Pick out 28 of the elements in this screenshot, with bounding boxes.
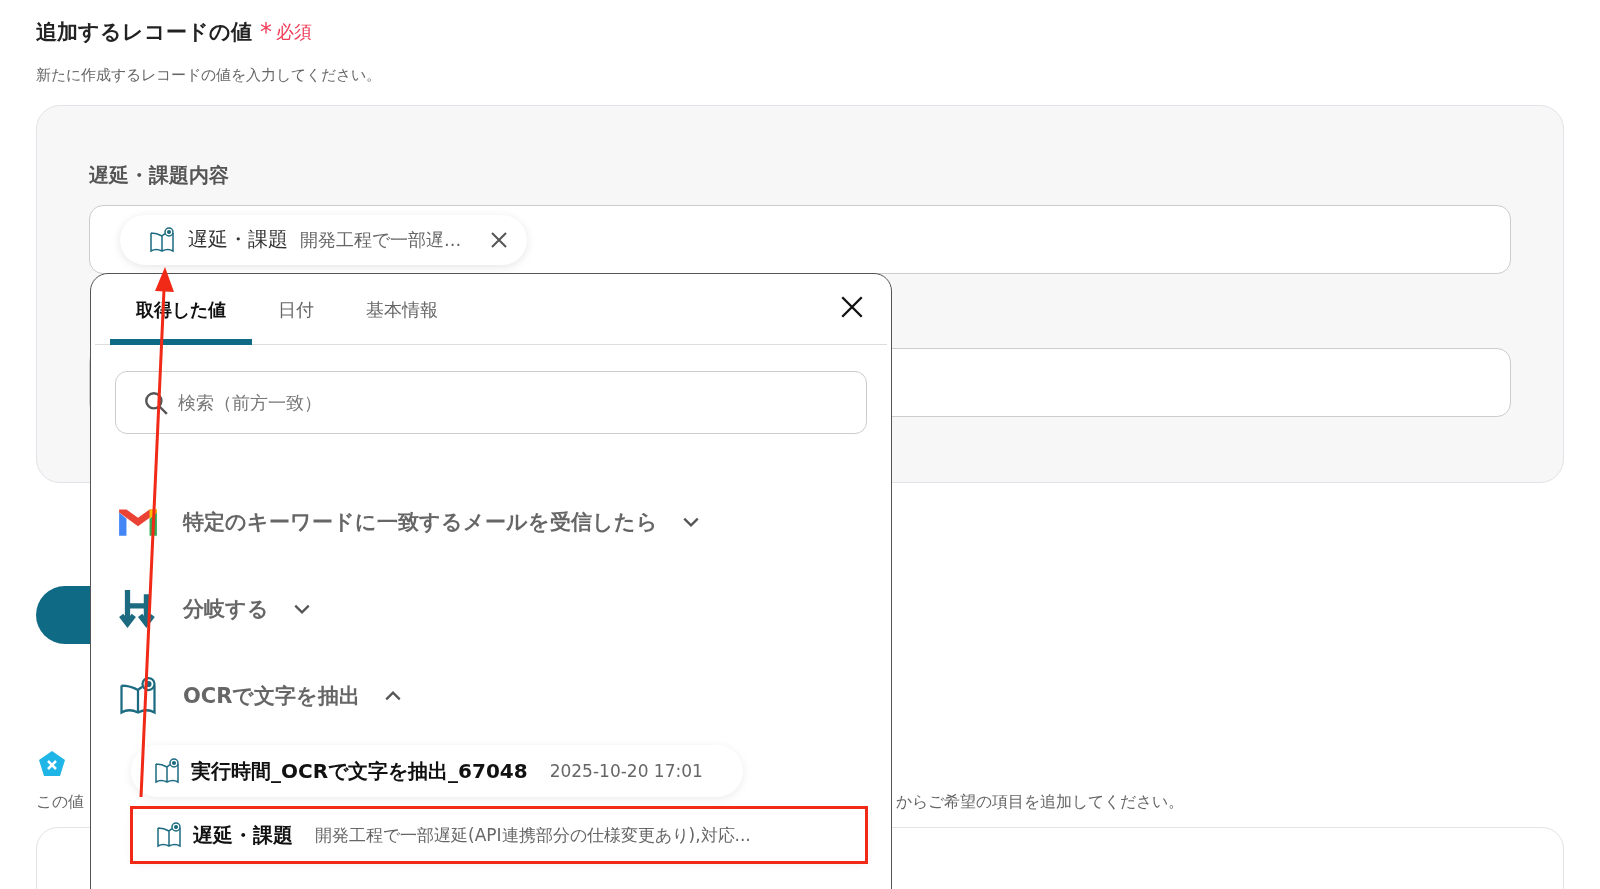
required-mark: * [260, 18, 272, 46]
step-group[interactable]: 分岐する [95, 565, 887, 652]
section-description: 新たに作成するレコードの値を入力してください。 [36, 66, 382, 85]
section-description: からご希望の項目を追加してください。 [896, 792, 1184, 813]
close-icon[interactable] [839, 294, 865, 320]
book-icon [117, 674, 159, 717]
value-token[interactable]: 遅延・課題 開発工程で一部遅... [120, 214, 528, 265]
search-field[interactable]: 検索（前方一致） [115, 371, 867, 434]
tab[interactable]: 日付 [252, 274, 340, 345]
book-icon [148, 225, 176, 254]
book-icon [153, 757, 181, 785]
value-item[interactable]: 実行時間_OCRで文字を抽出_67048 2025-10-20 17:01 [131, 745, 743, 797]
field-label: 遅延・課題内容 [89, 162, 230, 189]
chevron-down-icon [293, 602, 311, 615]
section-description: この値 [36, 792, 84, 813]
step-group[interactable]: 特定のキーワードに一致するメールを受信したら [95, 478, 887, 565]
chevron-down-icon [682, 515, 700, 528]
section-title: 追加するレコードの値 [36, 19, 252, 46]
required-label: 必須 [276, 20, 312, 44]
app-icon [36, 749, 68, 779]
step-group[interactable]: OCRで文字を抽出 [95, 652, 887, 739]
tab[interactable]: 基本情報 [340, 274, 464, 345]
search-icon [143, 390, 169, 416]
chevron-up-icon [384, 689, 403, 702]
value-field[interactable]: 遅延・課題 開発工程で一部遅... [89, 205, 1511, 274]
book-icon [155, 821, 183, 849]
close-icon[interactable] [489, 229, 510, 250]
value-item[interactable]: 遅延・課題 開発工程で一部遅延(API連携部分の仕様変更あり),対応... [133, 809, 865, 861]
